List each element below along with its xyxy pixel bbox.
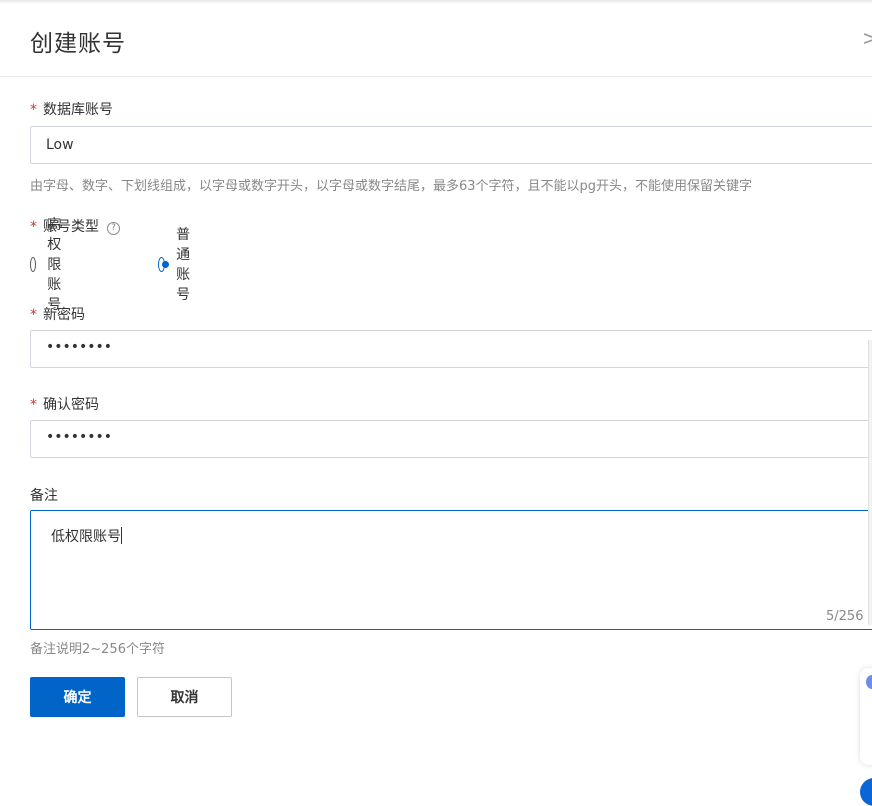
db-account-input[interactable]: Low: [30, 126, 872, 164]
remark-char-counter: 5/256: [826, 609, 864, 624]
radio-normal-account[interactable]: 普通账号: [158, 227, 198, 303]
new-password-value: ••••••••: [46, 339, 113, 355]
new-password-label: * 新密码: [30, 304, 85, 324]
confirm-password-input[interactable]: ••••••••: [30, 420, 872, 458]
db-account-label: * 数据库账号: [30, 99, 113, 119]
dialog-title: 创建账号: [30, 31, 126, 57]
remark-value: 低权限账号: [51, 526, 122, 546]
remark-textarea[interactable]: 低权限账号 5/256: [30, 510, 872, 630]
text-caret: [121, 527, 122, 544]
confirm-password-label: * 确认密码: [30, 394, 99, 414]
required-mark: *: [30, 219, 37, 235]
radio-circle-unchecked[interactable]: [30, 256, 37, 272]
confirm-password-value: ••••••••: [46, 429, 113, 445]
db-account-value: Low: [46, 137, 74, 153]
remark-label: 备注: [30, 488, 58, 504]
confirm-password-label-text: 确认密码: [43, 397, 99, 413]
cancel-button[interactable]: 取消: [137, 677, 232, 717]
confirm-button[interactable]: 确定: [30, 677, 125, 717]
remark-value-text: 低权限账号: [51, 529, 121, 545]
assistant-icon[interactable]: [866, 675, 872, 689]
required-mark: *: [30, 102, 37, 118]
radio-privileged-label: 高权限账号: [47, 217, 62, 313]
close-icon[interactable]: >: [862, 28, 872, 48]
account-type-label: * 账号类型?: [30, 216, 120, 236]
remark-hint: 备注说明2~256个字符: [30, 642, 165, 657]
new-password-label-text: 新密码: [43, 307, 85, 323]
required-mark: *: [30, 397, 37, 413]
help-icon[interactable]: ?: [107, 222, 120, 235]
db-account-label-text: 数据库账号: [43, 102, 113, 118]
required-mark: *: [30, 307, 37, 323]
db-account-hint: 由字母、数字、下划线组成，以字母或数字开头，以字母或数字结尾，最多63个字符，且…: [30, 179, 753, 194]
radio-privileged-account[interactable]: 高权限账号: [30, 217, 70, 313]
floating-action-button[interactable]: [860, 778, 872, 806]
new-password-input[interactable]: ••••••••: [30, 330, 872, 368]
radio-normal-label: 普通账号: [176, 227, 191, 303]
dialog-header: 创建账号 >: [0, 0, 872, 77]
scrollbar[interactable]: [868, 340, 872, 625]
radio-circle-checked[interactable]: [158, 256, 170, 272]
